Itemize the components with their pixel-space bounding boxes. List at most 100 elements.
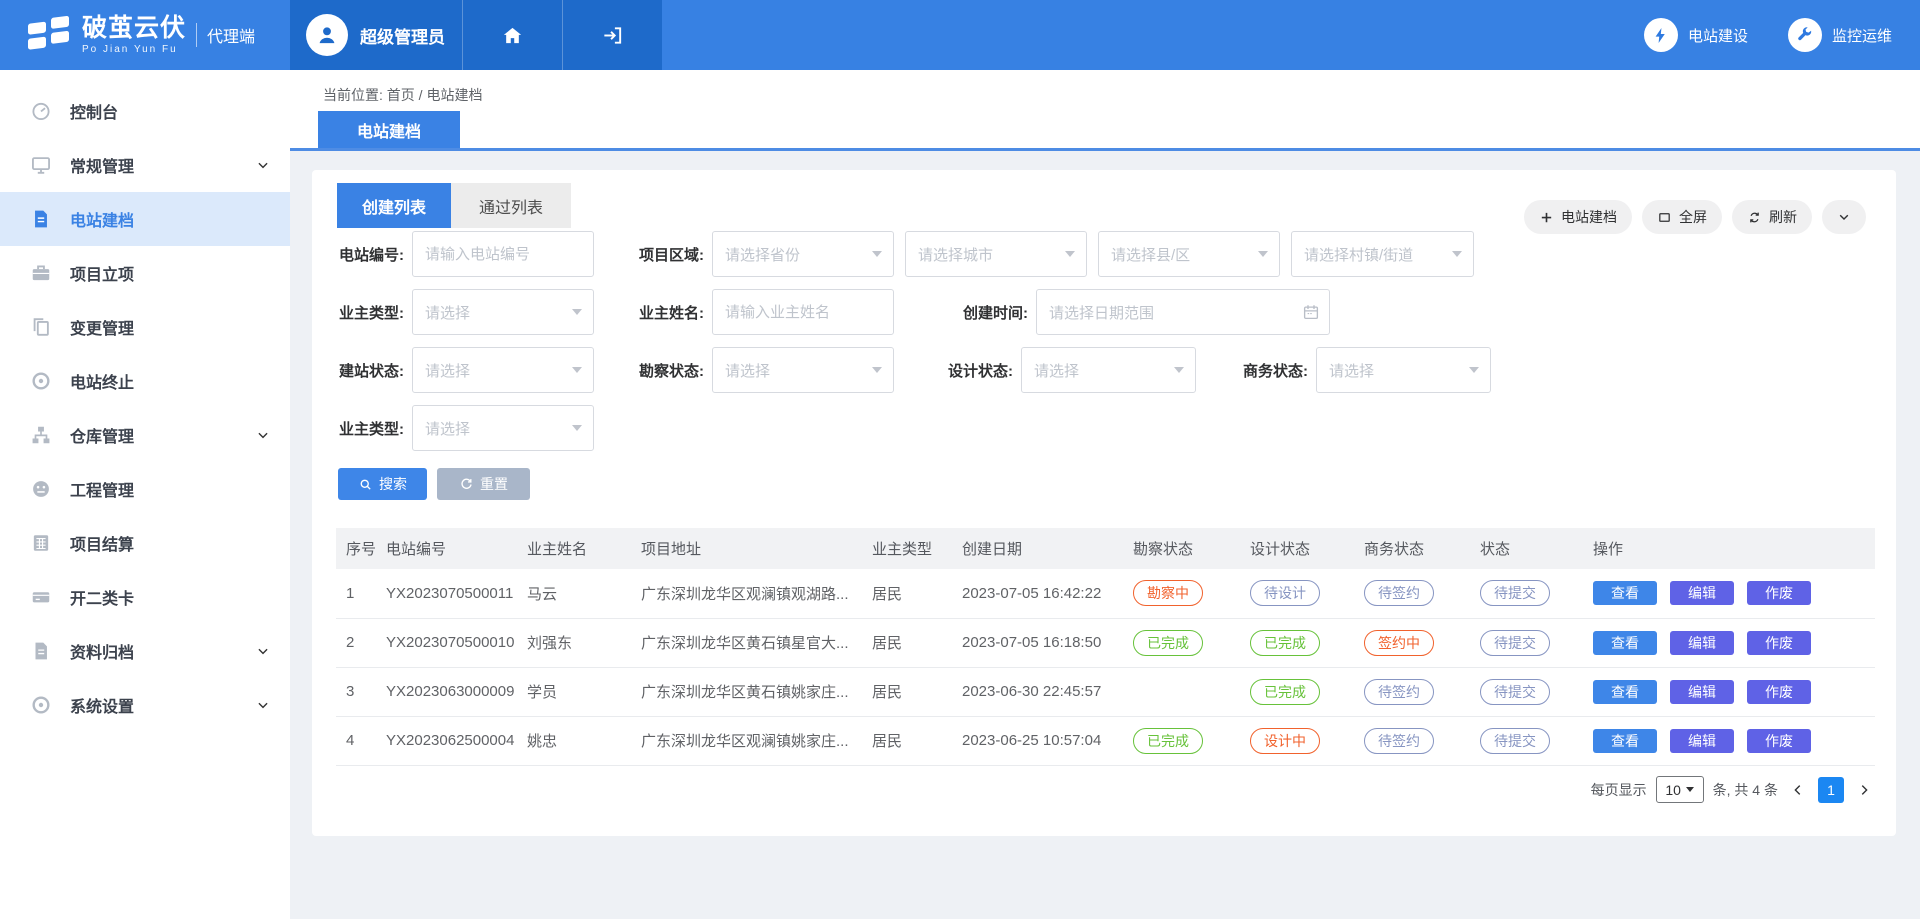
filter-item-0: 电站编号: bbox=[336, 231, 605, 277]
view-row-button[interactable]: 查看 bbox=[1593, 729, 1657, 753]
nav-monitoring-ops[interactable]: 监控运维 bbox=[1788, 18, 1892, 52]
edit-row-button[interactable]: 编辑 bbox=[1670, 581, 1734, 605]
chevron-down-icon bbox=[572, 367, 582, 373]
void-row-button[interactable]: 作废 bbox=[1747, 729, 1811, 753]
reset-button[interactable]: 重置 bbox=[437, 468, 530, 500]
collapse-toolbar-button[interactable] bbox=[1822, 200, 1866, 234]
status-pill: 待提交 bbox=[1480, 630, 1550, 656]
created-date: 2023-07-05 16:42:22 bbox=[956, 569, 1127, 618]
page-size-select[interactable]: 10 bbox=[1656, 776, 1704, 803]
filter-input-0-0[interactable] bbox=[412, 231, 594, 277]
filter-select-8-0[interactable]: 请选择 bbox=[1316, 347, 1491, 393]
view-row-button[interactable]: 查看 bbox=[1593, 581, 1657, 605]
filter-select-6-0[interactable]: 请选择 bbox=[712, 347, 894, 393]
breadcrumb: 当前位置: 首页 / 电站建档 bbox=[323, 85, 482, 105]
sidebar-item-6[interactable]: 仓库管理 bbox=[0, 408, 290, 462]
plus-icon bbox=[1539, 210, 1554, 225]
filter-item-7: 设计状态:请选择 bbox=[945, 347, 1207, 393]
filter-select-7-0[interactable]: 请选择 bbox=[1021, 347, 1196, 393]
avatar bbox=[306, 14, 348, 56]
owner-name: 姚忠 bbox=[521, 716, 635, 765]
filter-select-1-3[interactable]: 请选择村镇/街道 bbox=[1291, 231, 1474, 277]
filter-daterange-4[interactable]: 请选择日期范围 bbox=[1036, 289, 1330, 335]
refresh-button[interactable]: 刷新 bbox=[1732, 200, 1812, 234]
sidebar-item-label: 仓库管理 bbox=[70, 423, 134, 447]
filter-select-1-2[interactable]: 请选择县/区 bbox=[1098, 231, 1280, 277]
status-pill: 待签约 bbox=[1364, 679, 1434, 705]
sidebar-item-8[interactable]: 项目结算 bbox=[0, 516, 290, 570]
filter-item-4: 创建时间:请选择日期范围 bbox=[960, 289, 1341, 335]
void-row-button[interactable]: 作废 bbox=[1747, 631, 1811, 655]
column-header: 状态 bbox=[1474, 528, 1587, 569]
fullscreen-button[interactable]: 全屏 bbox=[1642, 200, 1722, 234]
chevron-down-icon bbox=[872, 367, 882, 373]
created-date: 2023-07-05 16:18:50 bbox=[956, 618, 1127, 667]
owner-type: 居民 bbox=[866, 716, 956, 765]
edit-row-button[interactable]: 编辑 bbox=[1670, 729, 1734, 753]
filter-select-2-0[interactable]: 请选择 bbox=[412, 289, 594, 335]
user-menu[interactable]: 超级管理员 bbox=[290, 0, 462, 70]
column-header: 项目地址 bbox=[635, 528, 866, 569]
sidebar-item-5[interactable]: 电站终止 bbox=[0, 354, 290, 408]
search-button[interactable]: 搜索 bbox=[338, 468, 427, 500]
tab-passed-list[interactable]: 通过列表 bbox=[451, 183, 571, 228]
sidebar-item-label: 开二类卡 bbox=[70, 585, 134, 609]
sidebar-item-11[interactable]: 系统设置 bbox=[0, 678, 290, 732]
status-pill: 已完成 bbox=[1250, 679, 1320, 705]
filter-item-5: 建站状态:请选择 bbox=[336, 347, 605, 393]
wrench-icon bbox=[1788, 18, 1822, 52]
filter-item-6: 勘察状态:请选择 bbox=[636, 347, 905, 393]
sidebar-item-label: 系统设置 bbox=[70, 693, 134, 717]
filter-select-5-0[interactable]: 请选择 bbox=[412, 347, 594, 393]
prev-page-button[interactable] bbox=[1787, 779, 1809, 801]
stations-table: 序号电站编号业主姓名项目地址业主类型创建日期勘察状态设计状态商务状态状态操作 1… bbox=[336, 528, 1875, 766]
sidebar-item-7[interactable]: 工程管理 bbox=[0, 462, 290, 516]
status-pill: 勘察中 bbox=[1133, 580, 1203, 606]
filter-item-2: 业主类型:请选择 bbox=[336, 289, 605, 335]
void-row-button[interactable]: 作废 bbox=[1747, 581, 1811, 605]
card-icon bbox=[30, 586, 52, 608]
filter-input-3-0[interactable] bbox=[712, 289, 894, 335]
page-number-button[interactable]: 1 bbox=[1818, 777, 1844, 803]
create-station-button[interactable]: 电站建档 bbox=[1524, 200, 1632, 234]
nav-station-construction[interactable]: 电站建设 bbox=[1644, 18, 1748, 52]
edit-row-button[interactable]: 编辑 bbox=[1670, 680, 1734, 704]
fullscreen-icon bbox=[1657, 210, 1672, 225]
status-pill: 设计中 bbox=[1250, 728, 1320, 754]
sidebar-item-label: 变更管理 bbox=[70, 315, 134, 339]
filter-label: 商务状态: bbox=[1240, 360, 1308, 381]
sidebar-item-2[interactable]: 电站建档 bbox=[0, 192, 290, 246]
sidebar-item-0[interactable]: 控制台 bbox=[0, 84, 290, 138]
table-toolbar: 电站建档 全屏 刷新 bbox=[1524, 200, 1866, 234]
void-row-button[interactable]: 作废 bbox=[1747, 680, 1811, 704]
home-button[interactable] bbox=[462, 0, 562, 70]
edit-row-button[interactable]: 编辑 bbox=[1670, 631, 1734, 655]
file-icon bbox=[30, 208, 52, 230]
chevron-left-icon bbox=[1791, 783, 1805, 797]
filter-select-9-0[interactable]: 请选择 bbox=[412, 405, 594, 451]
sidebar-item-10[interactable]: 资料归档 bbox=[0, 624, 290, 678]
next-page-button[interactable] bbox=[1853, 779, 1875, 801]
status-pill: 待提交 bbox=[1480, 728, 1550, 754]
logout-button[interactable] bbox=[562, 0, 662, 70]
filter-select-1-0[interactable]: 请选择省份 bbox=[712, 231, 894, 277]
tab-create-list[interactable]: 创建列表 bbox=[337, 183, 451, 228]
page-size-prefix: 每页显示 bbox=[1591, 780, 1647, 800]
column-header: 业主姓名 bbox=[521, 528, 635, 569]
page-tab-station-archive[interactable]: 电站建档 bbox=[318, 111, 460, 148]
sidebar-item-4[interactable]: 变更管理 bbox=[0, 300, 290, 354]
logout-icon bbox=[601, 24, 624, 47]
sidebar-item-3[interactable]: 项目立项 bbox=[0, 246, 290, 300]
calculator-icon bbox=[30, 532, 52, 554]
view-row-button[interactable]: 查看 bbox=[1593, 680, 1657, 704]
list-tabs: 创建列表 通过列表 bbox=[337, 183, 571, 228]
filter-select-1-1[interactable]: 请选择城市 bbox=[905, 231, 1087, 277]
sidebar-item-1[interactable]: 常规管理 bbox=[0, 138, 290, 192]
sidebar-item-label: 控制台 bbox=[70, 99, 118, 123]
target-icon bbox=[30, 370, 52, 392]
view-row-button[interactable]: 查看 bbox=[1593, 631, 1657, 655]
column-header: 勘察状态 bbox=[1127, 528, 1244, 569]
sidebar-item-9[interactable]: 开二类卡 bbox=[0, 570, 290, 624]
column-header: 电站编号 bbox=[380, 528, 521, 569]
total-count-label: 条, 共 4 条 bbox=[1713, 780, 1778, 800]
